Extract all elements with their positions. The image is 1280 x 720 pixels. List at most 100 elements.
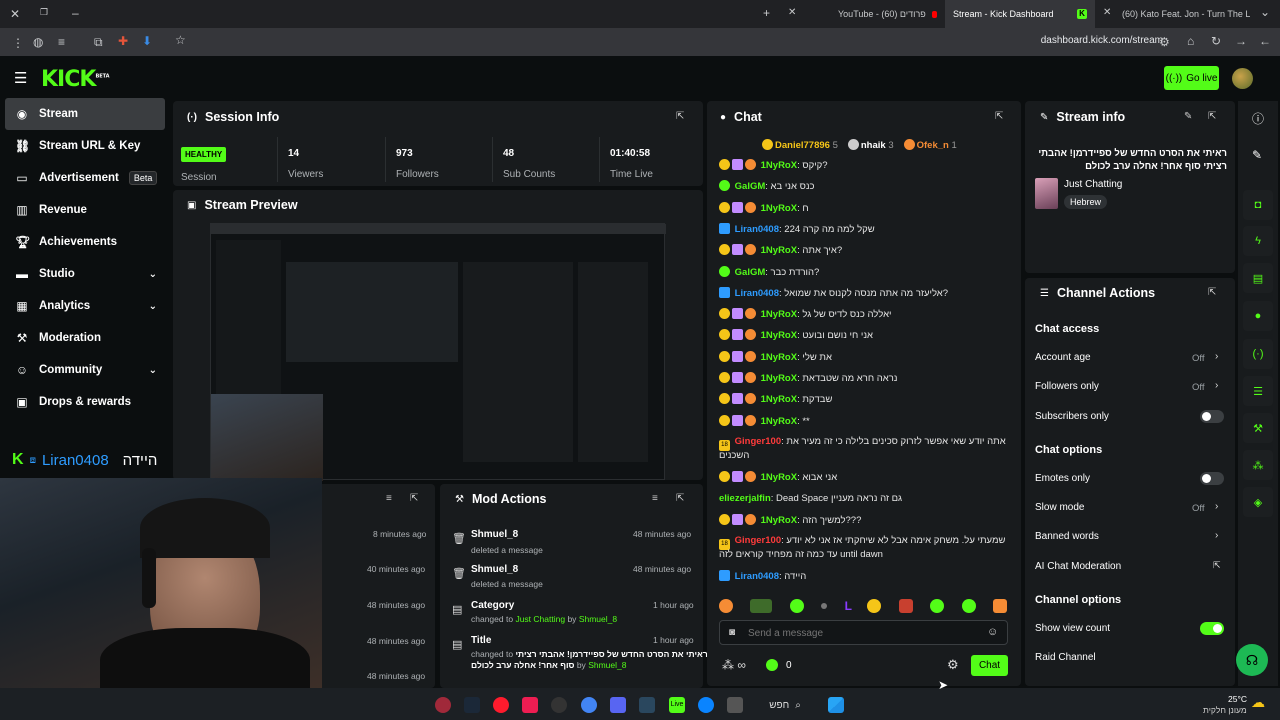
emote-icon[interactable] bbox=[930, 599, 945, 613]
close-window-icon[interactable]: ✕ bbox=[10, 7, 20, 21]
chat-username[interactable]: Ginger100 bbox=[735, 535, 781, 546]
obs-icon[interactable] bbox=[551, 697, 567, 713]
menu-dots-icon[interactable]: ⋮ bbox=[12, 36, 24, 50]
chat-message[interactable]: 18 Ginger100: אתה יודע שאי אפשר לזרוק סכ… bbox=[719, 436, 1014, 451]
screenshot-icon[interactable]: ⧉ bbox=[94, 35, 103, 50]
steam-icon[interactable] bbox=[639, 697, 655, 713]
popout-icon[interactable]: ⇱ bbox=[1208, 111, 1216, 122]
chat-username[interactable]: 1NyRoX bbox=[761, 373, 797, 384]
reload-icon[interactable]: ↻ bbox=[1211, 34, 1221, 48]
extension-icon[interactable]: ◍ bbox=[33, 35, 43, 49]
chat-username[interactable]: 1NyRoX bbox=[761, 352, 797, 363]
show-view-count-toggle[interactable] bbox=[1200, 622, 1224, 635]
chat-username[interactable]: Ginger100 bbox=[735, 436, 781, 447]
filter-icon[interactable]: ≡ bbox=[652, 493, 658, 504]
emote-icon[interactable] bbox=[821, 603, 828, 609]
emote-icon[interactable] bbox=[898, 599, 913, 613]
sidebar-item-advertisement[interactable]: ▭ Advertisement Beta bbox=[5, 162, 165, 194]
chrome-icon[interactable] bbox=[581, 697, 597, 713]
chat-message[interactable]: Liran0408: אליעזר מה אתה מנסה לקנוס את ש… bbox=[719, 286, 1014, 299]
taskbar-app-icon[interactable] bbox=[435, 697, 451, 713]
support-button[interactable]: ☊ bbox=[1236, 644, 1268, 676]
emote-icon[interactable] bbox=[867, 599, 882, 613]
new-tab-icon[interactable]: + bbox=[763, 6, 770, 20]
chat-message[interactable]: Liran0408: היידה bbox=[719, 570, 1014, 582]
chat-message[interactable]: 1NyRoX: אני אבוא bbox=[719, 471, 1014, 483]
steam-icon[interactable] bbox=[464, 697, 480, 713]
popout-icon[interactable]: ⇱ bbox=[1208, 287, 1216, 298]
chat-username[interactable]: 1NyRoX bbox=[761, 394, 797, 405]
chat-message[interactable]: 1NyRoX: אני חי נושם ובועט bbox=[719, 329, 1014, 341]
chat-username[interactable]: 1NyRoX bbox=[761, 472, 797, 483]
chat-input[interactable] bbox=[748, 624, 978, 642]
sidebar-item-drops[interactable]: ▣ Drops & rewards bbox=[5, 386, 165, 418]
kick-logo[interactable]: KICKBETA bbox=[41, 67, 110, 92]
tab-music[interactable]: (60) Kato Feat. Jon - Turn The L bbox=[1114, 0, 1250, 28]
download-icon[interactable]: ⬇ bbox=[142, 34, 152, 48]
extension-puzzle-icon[interactable]: ✚ bbox=[118, 34, 128, 48]
chat-message[interactable]: 1NyRoX: קיקס? bbox=[719, 159, 1014, 171]
followers-only-label[interactable]: Followers only bbox=[1035, 381, 1099, 392]
rail-button-camera[interactable]: ◘ bbox=[1243, 190, 1273, 220]
chevron-right-icon[interactable]: › bbox=[1215, 351, 1218, 362]
tab-youtube[interactable]: YouTube - פרודים (60) bbox=[830, 0, 945, 28]
filter-icon[interactable]: ≡ bbox=[386, 493, 392, 504]
tiktok-icon[interactable] bbox=[522, 697, 538, 713]
chat-username[interactable]: eliezerjalfin bbox=[719, 493, 771, 504]
rail-button-nodes[interactable]: ⁂ bbox=[1243, 450, 1273, 480]
chat-username[interactable]: 1NyRoX bbox=[761, 515, 797, 526]
chat-message[interactable]: 1NyRoX: את שלי bbox=[719, 350, 1014, 363]
sidebar-item-stream[interactable]: ◉ Stream bbox=[5, 98, 165, 130]
raid-channel-label[interactable]: Raid Channel bbox=[1035, 652, 1096, 663]
rail-button-flash[interactable]: ϟ bbox=[1243, 226, 1273, 256]
rail-button-list[interactable]: ☰ bbox=[1243, 376, 1273, 406]
infinity-icon[interactable]: ⁂ ∞ bbox=[722, 658, 746, 672]
bookmark-star-icon[interactable]: ☆ bbox=[175, 33, 186, 47]
popout-icon[interactable]: ⇱ bbox=[410, 493, 418, 504]
sidebar-item-moderation[interactable]: ⚒ Moderation bbox=[5, 322, 165, 354]
top-gifter[interactable]: nhaik 3 bbox=[847, 139, 894, 151]
chat-username[interactable]: Liran0408 bbox=[735, 571, 779, 582]
back-icon[interactable]: → bbox=[1235, 34, 1247, 48]
chat-send-button[interactable]: Chat bbox=[971, 655, 1008, 676]
windows-start-icon[interactable] bbox=[828, 697, 844, 713]
live-app-icon[interactable]: Live bbox=[669, 697, 685, 713]
url-text[interactable]: dashboard.kick.com/stream bbox=[1041, 35, 1163, 46]
sidebar-item-community[interactable]: ☺ Community ⌄ bbox=[5, 354, 165, 386]
chat-username[interactable]: Liran0408 bbox=[735, 224, 779, 235]
go-live-button[interactable]: ((·)) Go live bbox=[1164, 66, 1219, 90]
hamburger-menu-icon[interactable]: ☰ bbox=[14, 69, 27, 87]
close-tab-icon[interactable]: ✕ bbox=[788, 7, 796, 18]
chat-username[interactable]: 1NyRoX bbox=[761, 160, 797, 171]
forward-icon[interactable]: ← bbox=[1259, 34, 1271, 48]
chevron-right-icon[interactable]: › bbox=[1215, 501, 1218, 512]
chat-message[interactable]: 18 Ginger100: שמעתי על. משחק אימה אבל לא… bbox=[719, 535, 1014, 551]
stream-preview-video[interactable] bbox=[210, 223, 666, 481]
rail-button-wrench[interactable]: ⚒ bbox=[1243, 413, 1273, 443]
channel-points[interactable]: 0 bbox=[766, 659, 792, 671]
taskbar-search[interactable]: חפש ⌕ bbox=[760, 697, 810, 713]
chevron-right-icon[interactable]: › bbox=[1215, 380, 1218, 391]
chat-username[interactable]: GalGM bbox=[735, 267, 766, 278]
chat-message[interactable]: 1NyRoX: יאללה כנס לדיס של גל bbox=[719, 308, 1014, 320]
emote-icon[interactable] bbox=[961, 599, 976, 613]
emote-icon[interactable] bbox=[993, 599, 1007, 613]
edit-icon[interactable]: ✎ bbox=[1252, 148, 1262, 162]
chat-username[interactable]: 1NyRoX bbox=[761, 203, 797, 214]
rail-button-broadcast[interactable]: (·) bbox=[1243, 339, 1273, 369]
info-icon[interactable]: ⓘ bbox=[1252, 110, 1264, 127]
sidebar-item-achievements[interactable]: 🏆︎ Achievements bbox=[5, 226, 165, 258]
chat-message[interactable]: Liran0408: שקל למה מה קרה 224 bbox=[719, 222, 1014, 235]
chat-username[interactable]: 1NyRoX bbox=[761, 330, 797, 341]
calculator-icon[interactable] bbox=[727, 697, 743, 713]
account-age-label[interactable]: Account age bbox=[1035, 352, 1091, 363]
popout-icon[interactable]: ⇱ bbox=[676, 493, 684, 504]
chat-message[interactable]: 1NyRoX: שבדקת bbox=[719, 393, 1014, 405]
ai-moderation-label[interactable]: AI Chat Moderation bbox=[1035, 561, 1121, 572]
reading-list-icon[interactable]: ≡ bbox=[58, 35, 65, 49]
rail-button-doc[interactable]: ▤ bbox=[1243, 263, 1273, 293]
tab-kick-dashboard[interactable]: Stream - Kick Dashboard K bbox=[945, 0, 1095, 28]
discord-icon[interactable] bbox=[610, 697, 626, 713]
sidebar-item-revenue[interactable]: ▥ Revenue bbox=[5, 194, 165, 226]
emote-icon[interactable]: L bbox=[845, 599, 852, 613]
